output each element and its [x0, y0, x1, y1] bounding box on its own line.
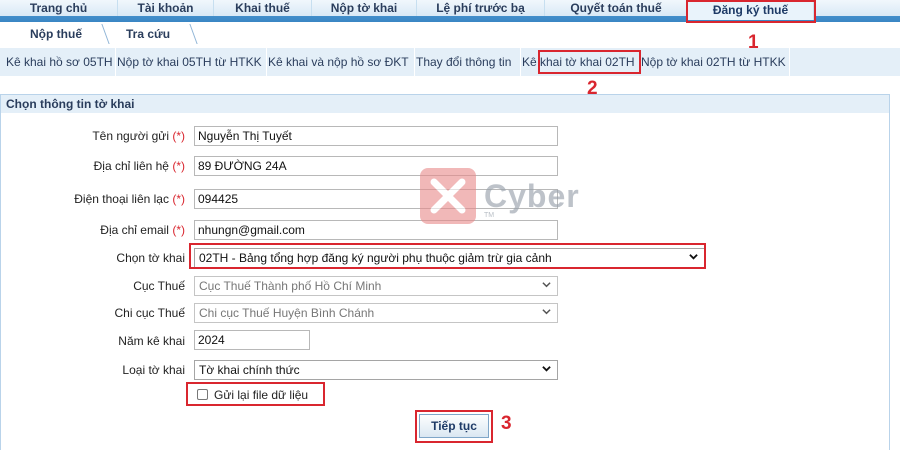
- form-nav: Kê khai hồ sơ 05TH Nộp tờ khai 05TH từ H…: [0, 48, 900, 76]
- annotation-box-3: [415, 410, 493, 443]
- subnav-divider: [101, 24, 110, 44]
- nav-spacer: [814, 0, 900, 16]
- label-text: Địa chỉ email: [100, 223, 169, 237]
- annotation-box-2: [538, 50, 641, 74]
- cyber-watermark-text: Cyber: [484, 178, 580, 214]
- sub-nav: Nộp thuế Tra cứu: [0, 22, 900, 46]
- subnav-label: Nộp thuế: [30, 27, 82, 41]
- required-mark: (*): [172, 223, 185, 237]
- select-value: Tờ khai chính thức: [199, 363, 300, 377]
- chevron-down-icon: [542, 309, 551, 315]
- required-mark: (*): [172, 129, 185, 143]
- form-nav-change-info[interactable]: Thay đổi thông tin: [415, 48, 521, 76]
- nav-tab-label: Trang chủ: [29, 1, 88, 15]
- form-nav-05th[interactable]: Kê khai hồ sơ 05TH: [0, 48, 116, 76]
- address-label: Địa chỉ liên hệ (*): [5, 159, 185, 173]
- cyber-watermark: Cyber TM: [420, 168, 590, 228]
- nav-tab-label: Khai thuế: [235, 1, 290, 15]
- form-nav-05th-htkk[interactable]: Nộp tờ khai 05TH từ HTKK: [116, 48, 267, 76]
- form-select-label: Chọn tờ khai: [116, 251, 185, 265]
- tax-dept-label: Cục Thuế: [133, 279, 185, 293]
- form-nav-02th-htkk[interactable]: Nộp tờ khai 02TH từ HTKK: [640, 48, 790, 76]
- form-nav-label: Thay đổi thông tin: [416, 55, 512, 69]
- chevron-down-icon: [542, 366, 551, 372]
- tax-branch-dropdown[interactable]: Chi cục Thuế Huyện Bình Chánh: [194, 303, 558, 323]
- app-window: Trang chủ Tài khoản Khai thuế Nộp tờ kha…: [0, 0, 900, 450]
- cyber-logo-icon: [420, 168, 476, 224]
- label-text: Địa chỉ liên hệ: [93, 159, 169, 173]
- form-nav-label: Kê khai và nộp hồ sơ ĐKT: [268, 55, 409, 69]
- nav-tab-registration-fee[interactable]: Lệ phí trước bạ: [417, 0, 545, 16]
- chevron-down-icon: [542, 282, 551, 288]
- phone-label: Điện thoại liên lạc (*): [5, 192, 185, 206]
- required-mark: (*): [172, 159, 185, 173]
- annotation-box-1: [686, 0, 816, 23]
- nav-tab-submit[interactable]: Nộp tờ khai: [312, 0, 417, 16]
- form-nav-label: Nộp tờ khai 02TH từ HTKK: [641, 55, 786, 69]
- form-nav-declare-02th-prefix[interactable]: Kê: [521, 48, 539, 76]
- nav-tab-label: Tài khoản: [137, 1, 194, 15]
- nav-tab-account[interactable]: Tài khoản: [118, 0, 214, 16]
- form-nav-label: Kê: [522, 55, 537, 69]
- email-label: Địa chỉ email (*): [5, 223, 185, 237]
- tax-branch-label: Chi cục Thuế: [114, 306, 185, 320]
- subnav-pay-tax[interactable]: Nộp thuế: [30, 22, 120, 46]
- nav-tab-label: Lệ phí trước bạ: [436, 1, 525, 15]
- annotation-number-1: 1: [748, 32, 759, 53]
- nav-tab-label: Quyết toán thuế: [570, 1, 662, 15]
- form-nav-label: Nộp tờ khai 05TH từ HTKK: [117, 55, 262, 69]
- annotation-number-3: 3: [501, 413, 512, 434]
- tax-dept-dropdown[interactable]: Cục Thuế Thành phố Hồ Chí Minh: [194, 276, 558, 296]
- x-icon: [430, 178, 466, 214]
- form-nav-label: Kê khai hồ sơ 05TH: [6, 55, 113, 69]
- panel-title: Chọn thông tin tờ khai: [1, 95, 889, 113]
- select-value: Cục Thuế Thành phố Hồ Chí Minh: [199, 279, 382, 293]
- nav-tab-settlement[interactable]: Quyết toán thuế: [545, 0, 688, 16]
- form-panel: Chọn thông tin tờ khai Tên người gửi (*)…: [0, 94, 890, 450]
- subnav-label: Tra cứu: [126, 27, 171, 41]
- label-text: Tên người gửi: [92, 129, 169, 143]
- nav-tab-declare[interactable]: Khai thuế: [214, 0, 312, 16]
- trademark-mark: TM: [484, 212, 495, 219]
- subnav-lookup[interactable]: Tra cứu: [126, 22, 206, 46]
- sender-name-input[interactable]: Nguyễn Thị Tuyết: [194, 126, 558, 146]
- subnav-divider: [189, 24, 198, 44]
- year-label: Năm kê khai: [118, 334, 185, 348]
- form-type-label: Loại tờ khai: [122, 363, 185, 377]
- annotation-number-2: 2: [587, 78, 598, 99]
- sender-name-label: Tên người gửi (*): [5, 129, 185, 143]
- annotation-box-select: [189, 243, 706, 269]
- nav-tab-home[interactable]: Trang chủ: [0, 0, 118, 16]
- form-type-dropdown[interactable]: Tờ khai chính thức: [194, 360, 558, 380]
- label-text: Điện thoại liên lạc: [74, 192, 169, 206]
- annotation-box-checkbox: [186, 382, 325, 406]
- form-nav-dkt[interactable]: Kê khai và nộp hồ sơ ĐKT: [267, 48, 415, 76]
- select-value: Chi cục Thuế Huyện Bình Chánh: [199, 306, 375, 320]
- year-input[interactable]: 2024: [194, 330, 310, 350]
- nav-tab-label: Nộp tờ khai: [330, 1, 398, 15]
- required-mark: (*): [172, 192, 185, 206]
